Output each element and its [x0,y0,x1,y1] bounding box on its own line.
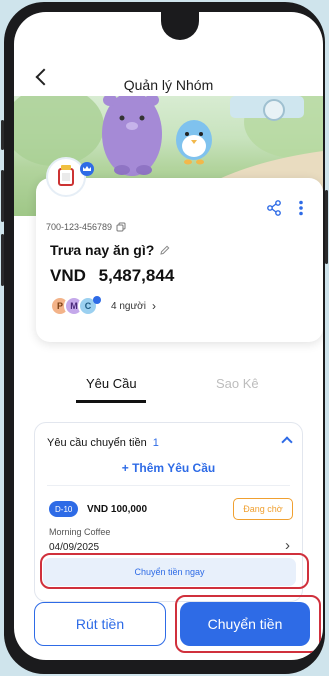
app-screen: Quản lý Nhóm 700-123-456789 Trưa nay ăn … [14,12,323,660]
share-icon[interactable] [266,200,282,216]
tab-requests[interactable]: Yêu Cầu [86,376,137,391]
mute-switch [1,120,4,150]
group-info-card: 700-123-456789 Trưa nay ăn gì? VND 5,487… [36,178,323,342]
requests-count: 1 [152,437,159,449]
status-badge: Đang chờ [233,498,293,520]
member-count: 4 người [111,300,146,312]
due-badge: D-10 [49,501,79,517]
chevron-right-icon[interactable]: › [285,537,290,554]
add-request-button[interactable]: + Thêm Yêu Cầu [35,461,302,475]
request-note: Morning Coffee [49,527,111,537]
members-row[interactable]: P M C 4 người › [50,296,156,316]
power-button [325,190,328,264]
more-vertical-icon[interactable] [298,200,304,216]
chevron-up-icon[interactable] [281,436,293,448]
page-title: Quản lý Nhóm [123,77,214,93]
highlight-transfer [175,595,321,653]
phone-frame: Quản lý Nhóm 700-123-456789 Trưa nay ăn … [1,2,328,674]
request-date: 04/09/2025 [49,542,100,553]
chevron-right-icon: › [151,299,156,313]
withdraw-button[interactable]: Rút tiền [34,602,166,646]
balance-currency: VND [50,266,86,285]
crown-icon [80,162,94,176]
edit-pencil-icon[interactable] [160,245,170,255]
account-number-row: 700-123-456789 [46,222,126,232]
active-tab-indicator [76,400,146,403]
balance-amount: 5,487,844 [98,266,175,285]
copy-icon[interactable] [116,222,126,232]
crown-icon [93,296,101,304]
tab-bar: Yêu Cầu Sao Kê [36,362,323,406]
group-name-row: Trưa nay ăn gì? [50,242,170,258]
volume-down-button [1,234,4,286]
request-amount: VND 100,000 [87,504,148,515]
balance-row: VND 5,487,844 [50,266,174,286]
volume-up-button [1,170,4,222]
divider [47,485,290,486]
requests-title: Yêu cầu chuyển tiền [47,437,147,449]
top-bar: Quản lý Nhóm [14,60,323,100]
tab-statement[interactable]: Sao Kê [216,376,259,391]
account-number: 700-123-456789 [46,222,113,232]
highlight-transfer-now [40,553,309,589]
group-name: Trưa nay ăn gì? [50,242,155,258]
requests-header: Yêu cầu chuyển tiền 1 [47,437,159,449]
